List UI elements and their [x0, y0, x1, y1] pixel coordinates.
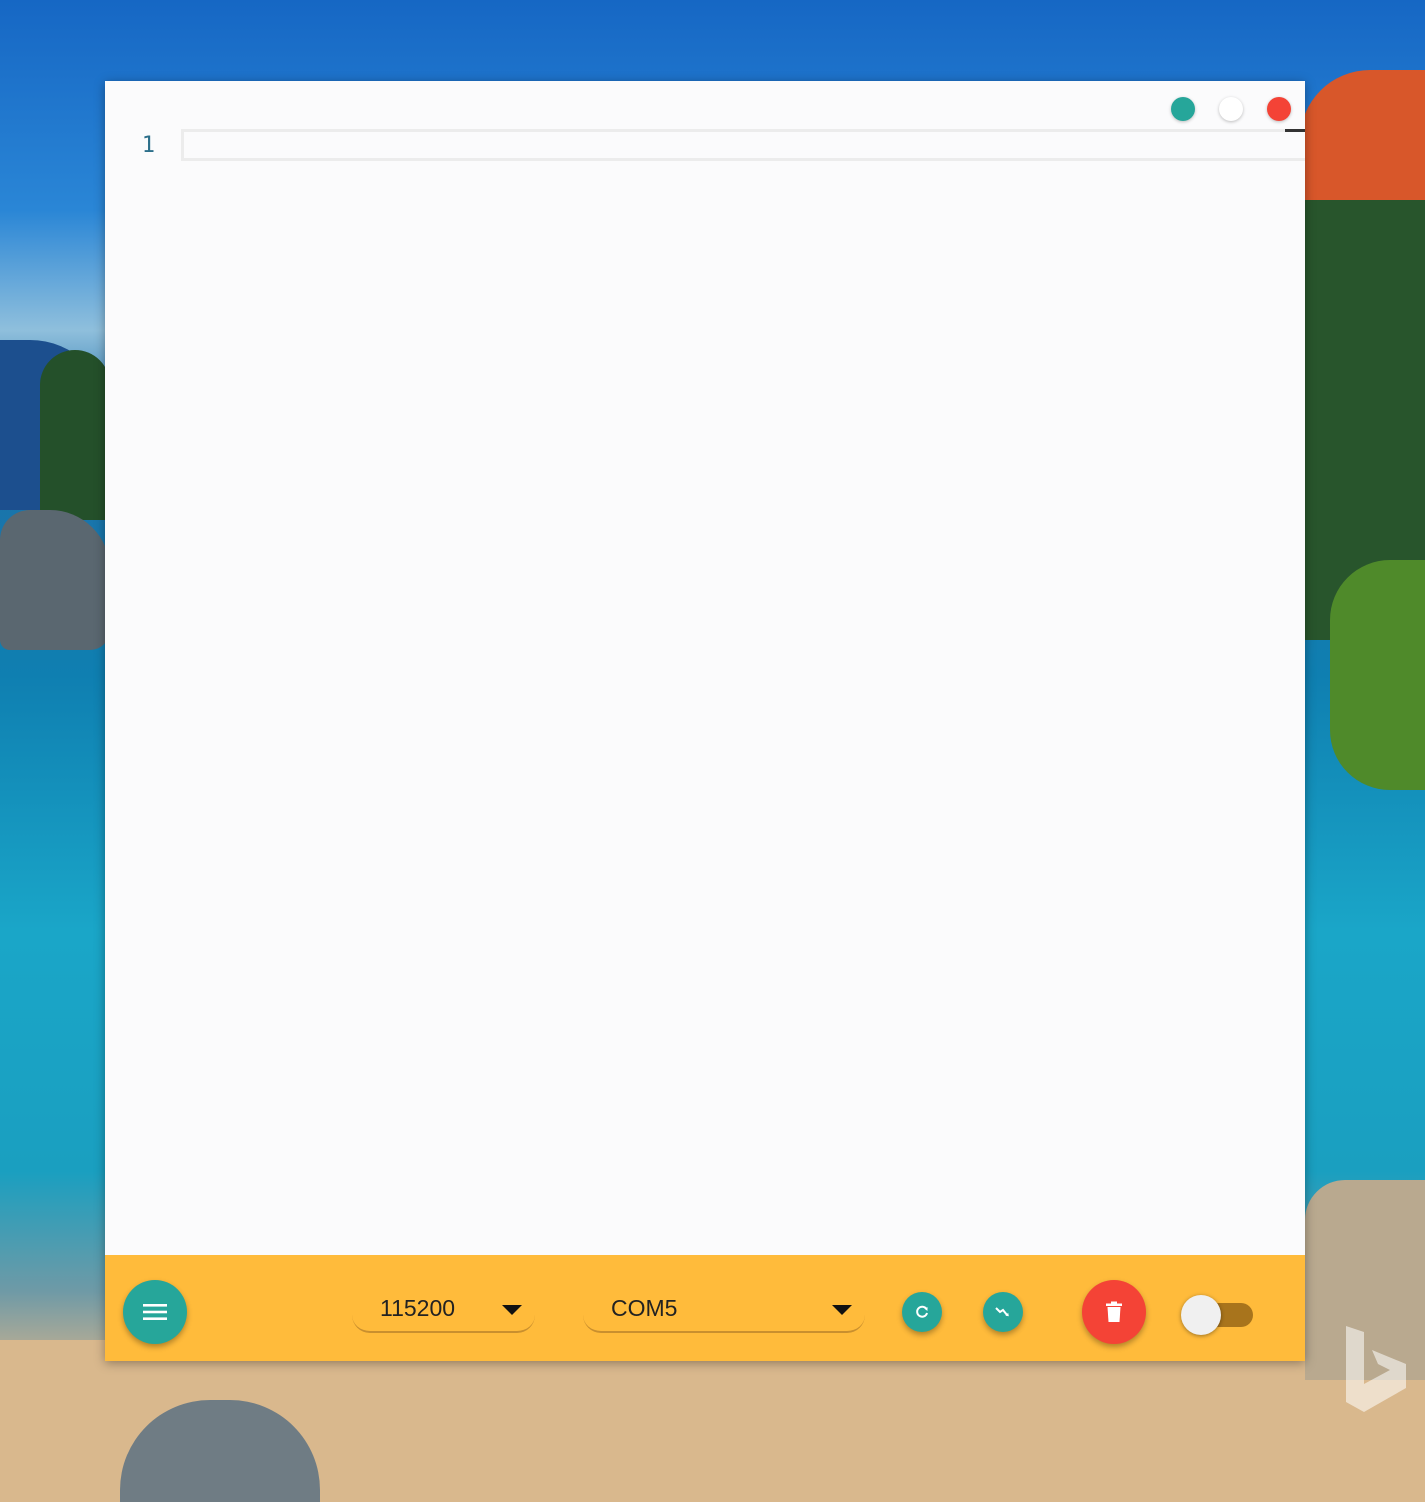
- left-rocks: [0, 510, 110, 650]
- refresh-ports-button[interactable]: [902, 1292, 942, 1332]
- chart-icon: [995, 1307, 1009, 1317]
- close-button[interactable]: [1267, 97, 1291, 121]
- maximize-button[interactable]: [1219, 97, 1243, 121]
- bing-logo-icon: [1346, 1326, 1406, 1412]
- plotter-button[interactable]: [983, 1292, 1023, 1332]
- clear-output-button[interactable]: [1082, 1280, 1146, 1344]
- bottom-toolbar: 115200 COM5: [105, 1255, 1305, 1361]
- port-select[interactable]: COM5: [583, 1287, 865, 1333]
- baud-rate-select[interactable]: 115200: [352, 1287, 535, 1333]
- baud-rate-value: 115200: [380, 1295, 456, 1321]
- editor-scroll-marker: [1285, 129, 1305, 132]
- refresh-icon: [916, 1305, 928, 1318]
- minimize-button[interactable]: [1171, 97, 1195, 121]
- chevron-down-icon: [502, 1305, 522, 1315]
- menu-icon: [143, 1304, 167, 1320]
- trash-icon: [1106, 1301, 1122, 1322]
- editor-active-line[interactable]: [181, 129, 1305, 161]
- chevron-down-icon: [832, 1305, 852, 1315]
- line-number: 1: [141, 133, 155, 158]
- menu-button[interactable]: [123, 1280, 187, 1344]
- serial-monitor-window: 1 115200 COM5: [105, 81, 1305, 1361]
- left-trees: [40, 350, 110, 520]
- right-pine: [1330, 560, 1425, 790]
- port-value: COM5: [611, 1295, 678, 1321]
- toggle-knob: [1181, 1295, 1221, 1335]
- autoscroll-toggle[interactable]: [1181, 1295, 1255, 1335]
- line-number-gutter: 1: [105, 129, 181, 1255]
